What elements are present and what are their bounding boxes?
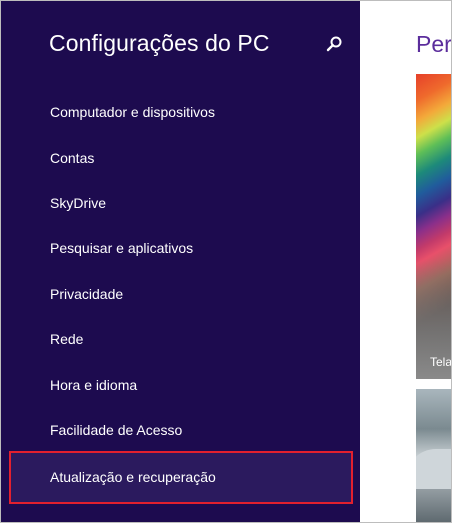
main-content: Pers Tela bbox=[360, 1, 451, 522]
sidebar-title: Configurações do PC bbox=[49, 30, 270, 56]
search-icon bbox=[326, 36, 342, 52]
lock-screen-tile[interactable]: Tela bbox=[416, 74, 451, 379]
nav-item-label: Atualização e recuperação bbox=[50, 469, 216, 485]
nav-item-hora-e-idioma[interactable]: Hora e idioma bbox=[50, 375, 137, 395]
settings-sidebar: Configurações do PC Computador e disposi… bbox=[1, 1, 360, 522]
page-title: Pers bbox=[416, 31, 451, 57]
nav-item-pesquisar-e-aplicativos[interactable]: Pesquisar e aplicativos bbox=[50, 238, 193, 258]
nav-item-atualizacao-e-recuperacao[interactable]: Atualização e recuperação bbox=[9, 451, 353, 504]
background-tile[interactable] bbox=[416, 389, 451, 522]
nav-item-privacidade[interactable]: Privacidade bbox=[50, 284, 123, 304]
tile-label: Tela bbox=[430, 355, 451, 369]
nav-item-computador-e-dispositivos[interactable]: Computador e dispositivos bbox=[50, 102, 215, 122]
tile-image bbox=[416, 449, 451, 489]
pc-settings-window: Configurações do PC Computador e disposi… bbox=[0, 0, 452, 523]
nav-item-contas[interactable]: Contas bbox=[50, 148, 94, 168]
nav-item-skydrive[interactable]: SkyDrive bbox=[50, 193, 106, 213]
search-button[interactable] bbox=[323, 34, 345, 56]
nav-item-rede[interactable]: Rede bbox=[50, 329, 83, 349]
nav-item-facilidade-de-acesso[interactable]: Facilidade de Acesso bbox=[50, 420, 182, 440]
